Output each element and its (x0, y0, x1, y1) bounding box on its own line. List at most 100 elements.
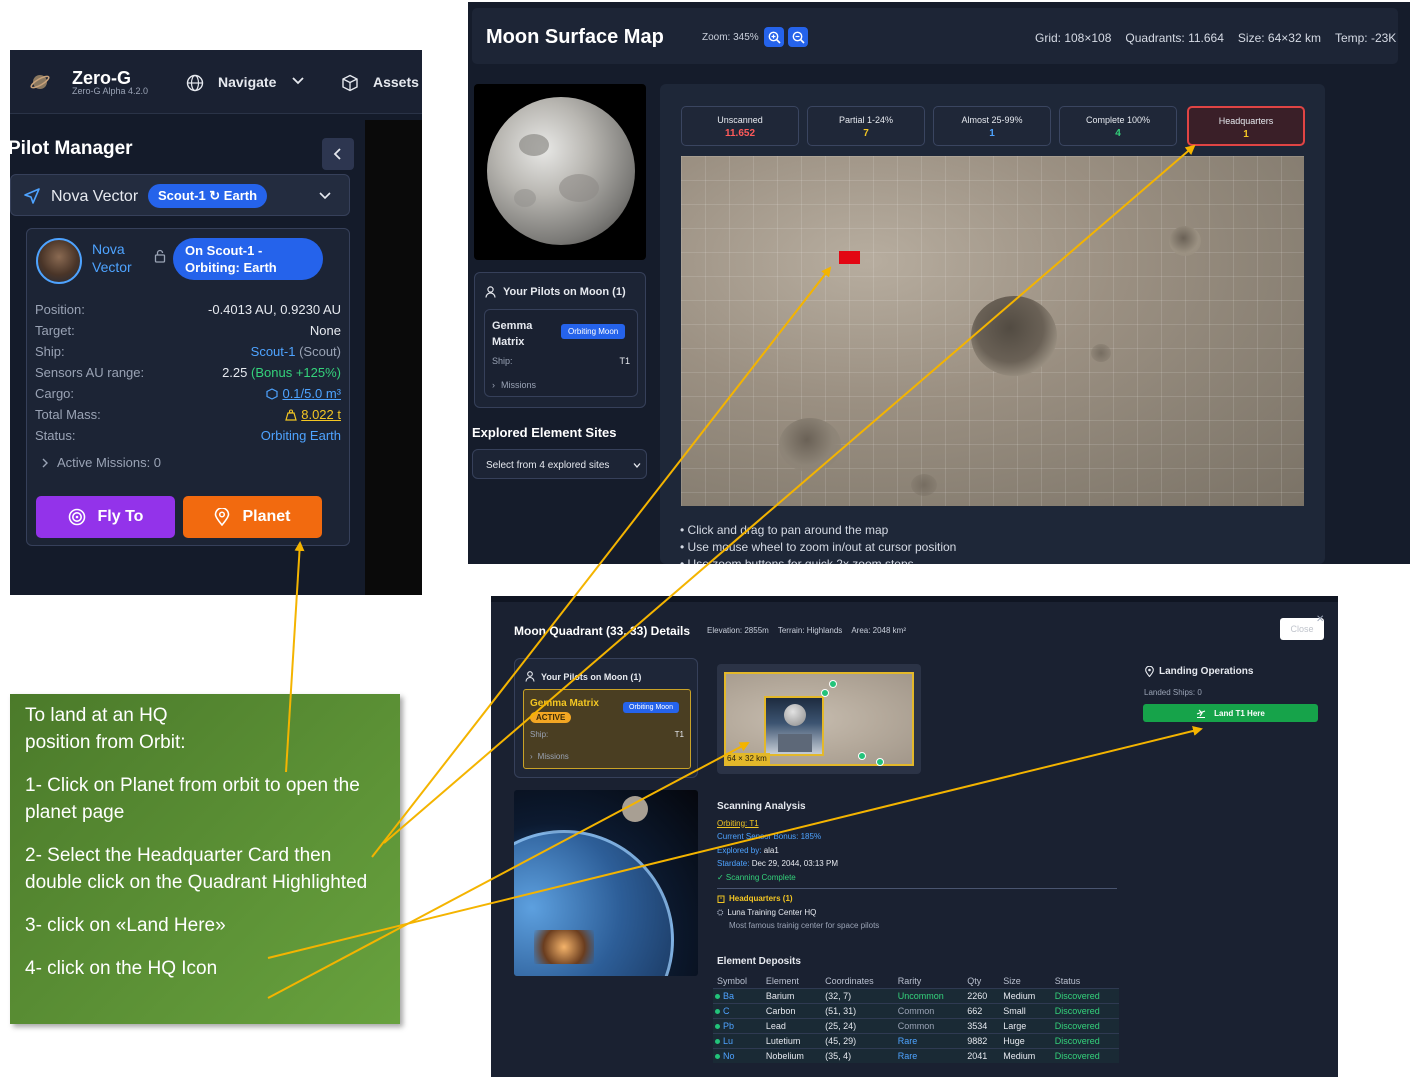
table-cell: Discovered (1050, 1003, 1119, 1019)
pilot-status-badge: Orbiting Moon (623, 702, 679, 713)
land-here-button[interactable]: Land T1 Here (1143, 704, 1318, 722)
chevron-down-icon[interactable] (319, 191, 331, 201)
position-row: Position: -0.4013 AU, 0.9230 AU (35, 302, 341, 317)
table-cell: Discovered (1050, 988, 1119, 1004)
orbiting-link[interactable]: Orbiting: T1 (717, 817, 1117, 831)
chevron-down-icon (633, 462, 641, 469)
selector-pilot-name: Nova Vector (51, 188, 139, 205)
quadrant-pilot-entry[interactable]: Gemma Matrix ACTIVE Orbiting Moon Ship: T… (523, 689, 691, 769)
mass-link[interactable]: 8.022 t (301, 404, 341, 425)
pilot-entry[interactable]: Gemma Matrix Orbiting Moon Ship: T1 › Miss… (484, 309, 638, 397)
table-row[interactable]: Pb Lead (25, 24) Common 3534 Large Discovered (713, 1018, 1119, 1034)
mass-row: Total Mass: 8.022 t (35, 404, 341, 425)
pilot-selector[interactable]: Nova Vector Scout-1 ↻ Earth (10, 174, 350, 216)
instructions-note: To land at an HQ position from Orbit: 1-… (10, 694, 400, 1024)
hq-icon[interactable] (764, 696, 824, 756)
table-cell: Ba (713, 988, 762, 1004)
quadrant-pilots-card: Your Pilots on Moon (1) Gemma Matrix ACT… (514, 658, 698, 778)
stat-headquarters[interactable]: Headquarters 1 (1187, 106, 1305, 146)
pilots-on-moon-card: Your Pilots on Moon (1) Gemma Matrix Orb… (474, 272, 646, 408)
map-pin-icon (1145, 666, 1154, 677)
quadrant-details-panel: Moon Quadrant (33, 33) Details Elevation… (491, 596, 1338, 1077)
avatar (36, 238, 82, 284)
missions-toggle[interactable]: › Missions (530, 752, 569, 761)
navigation-arrow-icon (23, 187, 41, 205)
stat-partial[interactable]: Partial 1-24% 7 (807, 106, 925, 146)
deposit-marker[interactable] (858, 752, 866, 760)
missions-toggle[interactable]: › Missions (492, 380, 536, 390)
moon-surface-grid[interactable] (681, 156, 1304, 506)
deposit-dot-icon (715, 994, 720, 999)
ship-link[interactable]: Scout-1 (251, 344, 296, 359)
table-row[interactable]: C Carbon (51, 31) Common 662 Small Discovered (713, 1003, 1119, 1019)
user-icon (485, 286, 496, 298)
nav-assets[interactable]: Assets (373, 74, 419, 90)
deposit-marker[interactable] (829, 680, 837, 688)
instruction-intro: To land at an HQ position from Orbit: (25, 705, 186, 753)
quadrant-title: Moon Quadrant (33, 33) Details (514, 624, 691, 638)
table-cell: Large (999, 1018, 1051, 1034)
zoom-in-button[interactable] (764, 27, 784, 47)
chevron-down-icon[interactable] (292, 76, 304, 86)
table-cell: Nobelium (761, 1048, 822, 1063)
quadrant-ship-row: Ship: T1 (530, 730, 684, 739)
active-missions-toggle[interactable]: Active Missions: 0 (41, 455, 161, 470)
table-cell: Lutetium (761, 1033, 822, 1049)
deposit-dot-icon (715, 1054, 720, 1059)
fly-to-button[interactable]: Fly To (36, 496, 175, 538)
table-cell: Small (999, 1003, 1051, 1019)
active-badge: ACTIVE (530, 712, 572, 723)
quadrant-meta: Elevation: 2855m Terrain: Highlands Area… (707, 626, 907, 635)
quadrant-terrain[interactable]: 64 × 32 km (724, 672, 914, 766)
zoom-out-button[interactable] (788, 27, 808, 47)
table-cell: Pb (713, 1018, 762, 1034)
pilot-entry-name: Gemma Matrix (492, 320, 533, 348)
close-icon[interactable]: ✕ (1316, 614, 1324, 625)
stat-complete[interactable]: Complete 100% 4 (1059, 106, 1177, 146)
table-cell: C (713, 1003, 762, 1019)
explored-sites-select[interactable]: Select from 4 explored sites (472, 449, 647, 479)
deposit-marker[interactable] (821, 689, 829, 697)
table-row[interactable]: Ba Barium (32, 7) Uncommon 2260 Medium Discove… (713, 988, 1119, 1004)
table-cell: Common (893, 1018, 964, 1034)
instruction-step-3: 3- click on «Land Here» (25, 915, 226, 936)
zoom-in-icon (768, 31, 781, 44)
deposit-dot-icon (715, 1024, 720, 1029)
pilot-ship-row: Ship: T1 (492, 356, 630, 366)
table-cell: Carbon (761, 1003, 822, 1019)
app-logo-icon (30, 72, 50, 92)
table-cell: 2260 (963, 988, 1000, 1004)
collapse-panel-button[interactable] (322, 138, 354, 170)
ship-row: Ship: Scout-1 (Scout) (35, 344, 341, 359)
table-cell: 3534 (963, 1018, 1000, 1034)
table-cell: Rare (893, 1033, 964, 1049)
table-cell: (32, 7) (821, 988, 894, 1004)
stat-almost[interactable]: Almost 25-99% 1 (933, 106, 1051, 146)
table-row[interactable]: No Nobelium (35, 4) Rare 2041 Medium Discovere… (713, 1048, 1119, 1063)
stat-unscanned[interactable]: Unscanned 11.652 (681, 106, 799, 146)
user-icon (525, 671, 535, 682)
quadrant-size-tag: 64 × 32 km (724, 753, 770, 764)
pilot-first-name: Nova (92, 241, 125, 257)
pilot-info-list: Position: -0.4013 AU, 0.9230 AU Target: No… (35, 299, 341, 446)
deposits-table: Symbol Element Coordinates Rarity Qty Size Sta… (713, 974, 1119, 1063)
satellite-icon: ⛭ (717, 907, 724, 917)
app-header: Zero-G Zero-G Alpha 4.2.0 Navigate Asset… (10, 50, 422, 114)
lock-icon[interactable] (154, 249, 166, 263)
planet-button[interactable]: Planet (183, 496, 322, 538)
nav-navigate[interactable]: Navigate (218, 74, 276, 90)
hq-entry[interactable]: ⛭ Luna Training Center HQ (717, 906, 1117, 920)
map-title: Moon Surface Map (486, 26, 664, 48)
map-header: Moon Surface Map Zoom: 345% Grid: 108×10… (472, 8, 1398, 64)
deposit-dot-icon (715, 1039, 720, 1044)
target-icon (68, 508, 85, 526)
status-row: Status: Orbiting Earth (35, 428, 341, 443)
moon-map-panel: Moon Surface Map Zoom: 345% Grid: 108×10… (468, 2, 1410, 564)
cube-icon (266, 387, 279, 400)
deposit-marker[interactable] (876, 758, 884, 766)
table-row[interactable]: Lu Lutetium (45, 29) Rare 9882 Huge Discovered (713, 1033, 1119, 1049)
sensors-row: Sensors AU range: 2.25 (Bonus +125%) (35, 365, 341, 380)
hq-quadrant-marker[interactable] (839, 251, 860, 264)
cargo-link[interactable]: 0.1/5.0 m³ (282, 383, 341, 404)
page-title: Pilot Manager (10, 138, 133, 159)
